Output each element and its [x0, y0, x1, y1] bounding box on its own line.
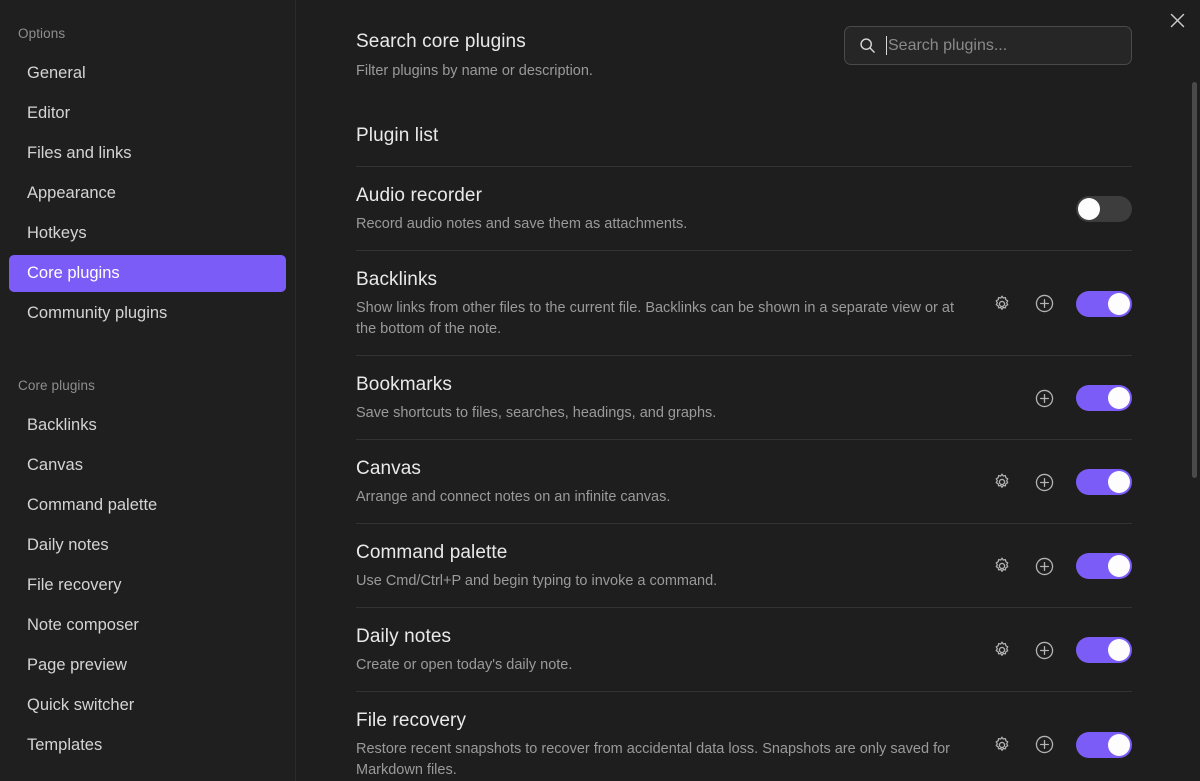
plus-circle-icon[interactable]: [1033, 639, 1056, 662]
plugin-name: Audio recorder: [356, 183, 956, 209]
sidebar-item-core-plugins[interactable]: Core plugins: [9, 255, 286, 292]
plugin-controls: [990, 553, 1132, 579]
toggle-knob: [1108, 555, 1130, 577]
scrollbar-thumb[interactable]: [1192, 82, 1197, 478]
toggle-knob: [1108, 734, 1130, 756]
plugin-description: Create or open today's daily note.: [356, 655, 956, 676]
sidebar-plugin-item-page-preview[interactable]: Page preview: [9, 647, 286, 684]
plugin-info: Daily notes Create or open today's daily …: [356, 624, 956, 676]
plugin-description: Use Cmd/Ctrl+P and begin typing to invok…: [356, 571, 956, 592]
settings-main-panel: Search core plugins Filter plugins by na…: [296, 0, 1200, 781]
plus-circle-icon[interactable]: [1033, 733, 1056, 756]
plus-circle-icon[interactable]: [1033, 292, 1056, 315]
search-input-wrapper: [886, 27, 1117, 64]
sidebar-section-header-core-plugins: Core plugins: [0, 378, 295, 393]
plugin-toggle[interactable]: [1076, 732, 1132, 758]
plugin-description: Save shortcuts to files, searches, headi…: [356, 403, 956, 424]
close-icon[interactable]: [1154, 0, 1200, 40]
gear-icon[interactable]: [990, 292, 1013, 315]
toggle-knob: [1108, 387, 1130, 409]
sidebar-plugin-item-backlinks[interactable]: Backlinks: [9, 407, 286, 444]
plugin-toggle[interactable]: [1076, 553, 1132, 579]
sidebar-spacer: [0, 344, 295, 378]
toggle-knob: [1078, 198, 1100, 220]
sidebar-plugin-item-note-composer[interactable]: Note composer: [9, 607, 286, 644]
plugin-toggle[interactable]: [1076, 196, 1132, 222]
plugin-controls: [990, 385, 1132, 411]
plugin-info: Canvas Arrange and connect notes on an in…: [356, 456, 956, 508]
sidebar-plugin-item-quick-switcher[interactable]: Quick switcher: [9, 687, 286, 724]
plugin-info: Audio recorder Record audio notes and sav…: [356, 183, 956, 235]
search-setting-description: Filter plugins by name or description.: [356, 61, 593, 82]
toggle-knob: [1108, 471, 1130, 493]
plugin-row: Backlinks Show links from other files to …: [356, 251, 1132, 356]
sidebar-item-hotkeys[interactable]: Hotkeys: [9, 215, 286, 252]
plugin-list-heading: Plugin list: [356, 125, 1132, 147]
plugin-info: File recovery Restore recent snapshots to…: [356, 708, 956, 781]
sidebar-core-plugins-list: BacklinksCanvasCommand paletteDaily note…: [0, 407, 295, 764]
plugin-description: Show links from other files to the curre…: [356, 298, 956, 340]
settings-sidebar: Options GeneralEditorFiles and linksAppe…: [0, 0, 296, 781]
search-setting-row: Search core plugins Filter plugins by na…: [356, 26, 1132, 82]
sidebar-plugin-item-command-palette[interactable]: Command palette: [9, 487, 286, 524]
sidebar-section-header-options: Options: [0, 26, 295, 41]
sidebar-plugin-item-file-recovery[interactable]: File recovery: [9, 567, 286, 604]
sidebar-options-list: GeneralEditorFiles and linksAppearanceHo…: [0, 55, 295, 332]
plugin-name: Daily notes: [356, 624, 956, 650]
plus-circle-icon[interactable]: [1033, 471, 1056, 494]
sidebar-options-group: Options GeneralEditorFiles and linksAppe…: [0, 26, 295, 332]
plugin-controls: [990, 196, 1132, 222]
plugin-row: Canvas Arrange and connect notes on an in…: [356, 440, 1132, 524]
plugin-name: Bookmarks: [356, 372, 956, 398]
plus-circle-icon[interactable]: [1033, 555, 1056, 578]
gear-icon[interactable]: [990, 555, 1013, 578]
search-setting-title: Search core plugins: [356, 29, 593, 55]
sidebar-item-general[interactable]: General: [9, 55, 286, 92]
text-caret: [886, 36, 887, 55]
plugin-row: Daily notes Create or open today's daily …: [356, 608, 1132, 692]
plugin-description: Record audio notes and save them as atta…: [356, 214, 956, 235]
sidebar-item-community-plugins[interactable]: Community plugins: [9, 295, 286, 332]
plugin-toggle[interactable]: [1076, 385, 1132, 411]
search-input[interactable]: [888, 27, 1117, 64]
plugin-description: Arrange and connect notes on an infinite…: [356, 487, 956, 508]
sidebar-plugin-item-daily-notes[interactable]: Daily notes: [9, 527, 286, 564]
plugin-name: Command palette: [356, 540, 956, 566]
gear-icon[interactable]: [990, 471, 1013, 494]
gear-icon[interactable]: [990, 733, 1013, 756]
toggle-knob: [1108, 639, 1130, 661]
plugin-description: Restore recent snapshots to recover from…: [356, 739, 956, 781]
plugin-info: Command palette Use Cmd/Ctrl+P and begin …: [356, 540, 956, 592]
plugin-row: Command palette Use Cmd/Ctrl+P and begin …: [356, 524, 1132, 608]
plugin-controls: [990, 732, 1132, 758]
plugin-row: Audio recorder Record audio notes and sav…: [356, 167, 1132, 251]
plugin-controls: [990, 637, 1132, 663]
plugin-toggle[interactable]: [1076, 637, 1132, 663]
sidebar-item-files-and-links[interactable]: Files and links: [9, 135, 286, 172]
search-plugins-box[interactable]: [844, 26, 1132, 65]
plugin-controls: [990, 291, 1132, 317]
plugin-controls: [990, 469, 1132, 495]
sidebar-plugin-item-templates[interactable]: Templates: [9, 727, 286, 764]
plugin-info: Bookmarks Save shortcuts to files, search…: [356, 372, 956, 424]
plugin-list: Audio recorder Record audio notes and sav…: [356, 167, 1132, 781]
sidebar-plugin-item-canvas[interactable]: Canvas: [9, 447, 286, 484]
plugin-info: Backlinks Show links from other files to …: [356, 267, 956, 340]
sidebar-item-editor[interactable]: Editor: [9, 95, 286, 132]
gear-icon[interactable]: [990, 639, 1013, 662]
main-scrollbar[interactable]: [1192, 0, 1197, 781]
plugin-toggle[interactable]: [1076, 291, 1132, 317]
search-setting-text: Search core plugins Filter plugins by na…: [356, 26, 593, 82]
search-icon: [859, 37, 876, 54]
sidebar-core-plugins-group: Core plugins BacklinksCanvasCommand pale…: [0, 378, 295, 764]
plugin-name: File recovery: [356, 708, 956, 734]
toggle-knob: [1108, 293, 1130, 315]
plugin-row: Bookmarks Save shortcuts to files, search…: [356, 356, 1132, 440]
plugin-name: Backlinks: [356, 267, 956, 293]
plugin-row: File recovery Restore recent snapshots to…: [356, 692, 1132, 781]
plus-circle-icon[interactable]: [1033, 387, 1056, 410]
plugin-toggle[interactable]: [1076, 469, 1132, 495]
sidebar-item-appearance[interactable]: Appearance: [9, 175, 286, 212]
plugin-name: Canvas: [356, 456, 956, 482]
